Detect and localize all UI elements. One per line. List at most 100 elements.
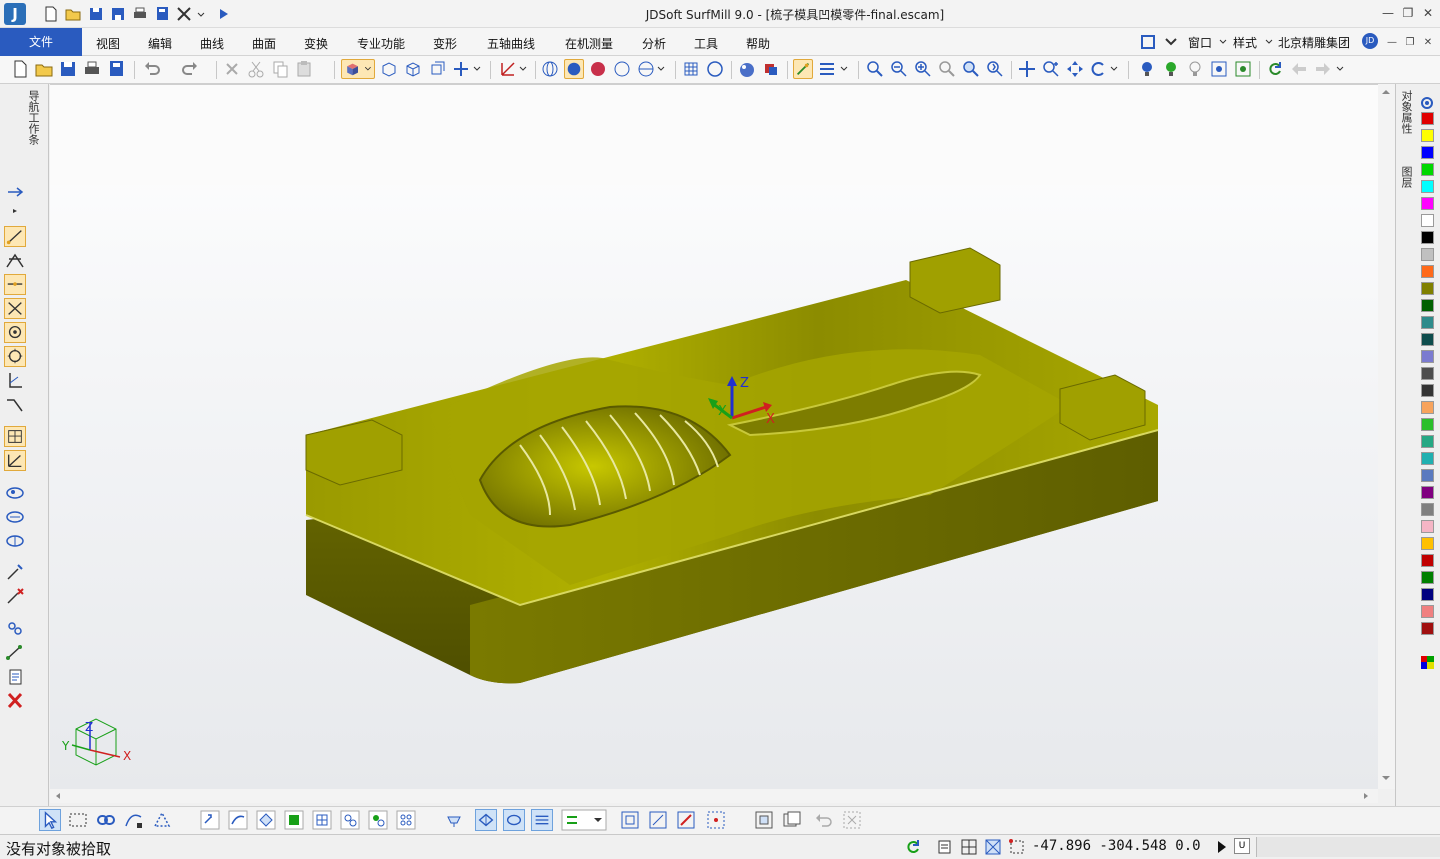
circle-center-icon[interactable] xyxy=(4,322,26,343)
undo-icon[interactable] xyxy=(142,59,162,79)
refresh-status-icon[interactable] xyxy=(904,838,922,856)
shaded-cube-icon[interactable] xyxy=(341,59,375,79)
menu-tools[interactable]: 工具 xyxy=(694,35,718,52)
surface-trim-icon[interactable] xyxy=(4,530,26,551)
zoom-extents-icon[interactable] xyxy=(985,59,1005,79)
color-swatch[interactable] xyxy=(1421,180,1434,193)
print-icon[interactable] xyxy=(82,59,102,79)
play-macro-icon[interactable] xyxy=(1216,839,1228,855)
color-swatch[interactable] xyxy=(1421,163,1434,176)
cut-icon[interactable] xyxy=(246,59,266,79)
color-swatch[interactable] xyxy=(1421,571,1434,584)
palette-settings-icon[interactable] xyxy=(1420,96,1434,110)
navigation-workbar-tab[interactable]: 导航工作条 xyxy=(27,90,41,145)
view-frame-3-icon[interactable] xyxy=(675,809,697,831)
select-pointer-icon[interactable] xyxy=(39,809,61,831)
light-blue-icon[interactable] xyxy=(1137,59,1157,79)
custom-color-icon[interactable] xyxy=(1421,656,1434,669)
light-green-icon[interactable] xyxy=(1161,59,1181,79)
color-swatch[interactable] xyxy=(1421,197,1434,210)
menu-view[interactable]: 视图 xyxy=(96,35,120,52)
red-sphere-icon[interactable] xyxy=(588,59,608,79)
view-center-icon[interactable] xyxy=(1233,59,1253,79)
color-swatch[interactable] xyxy=(1421,248,1434,261)
clipboard-icon[interactable] xyxy=(4,666,26,687)
coordinate-system-icon[interactable] xyxy=(498,59,530,79)
color-swatch[interactable] xyxy=(1421,129,1434,142)
polyline-tool-icon[interactable] xyxy=(4,250,26,271)
layer-stack-icon[interactable] xyxy=(817,59,851,79)
pick-curve-icon[interactable] xyxy=(4,562,26,583)
new-file-icon[interactable] xyxy=(42,5,60,23)
select-region-icon[interactable] xyxy=(151,809,173,831)
filter-points-icon[interactable] xyxy=(199,809,221,831)
window-dropdown-icon[interactable] xyxy=(1219,38,1227,46)
select-box-icon[interactable] xyxy=(67,809,89,831)
select-chain-icon[interactable] xyxy=(95,809,117,831)
restore-view-icon[interactable] xyxy=(781,809,803,831)
grid-snap-icon[interactable] xyxy=(4,426,26,447)
zoom-realtime-icon[interactable] xyxy=(1041,59,1061,79)
color-swatch[interactable] xyxy=(1421,435,1434,448)
open-icon[interactable] xyxy=(34,59,54,79)
menu-deform[interactable]: 变形 xyxy=(433,35,457,52)
forward-arrow-icon[interactable] xyxy=(1313,59,1347,79)
save-all-icon[interactable] xyxy=(153,5,171,23)
layers-tab[interactable]: 图层 xyxy=(1400,166,1414,188)
render-sphere-icon[interactable] xyxy=(737,59,757,79)
color-swatch[interactable] xyxy=(1421,520,1434,533)
display-mode-1-icon[interactable] xyxy=(475,809,497,831)
vertical-scrollbar[interactable] xyxy=(1378,84,1395,789)
menu-transform[interactable]: 变换 xyxy=(304,35,328,52)
clear-view-icon[interactable] xyxy=(841,809,863,831)
menu-special-functions[interactable]: 专业功能 xyxy=(357,35,405,52)
color-swatch[interactable] xyxy=(1421,469,1434,482)
color-swatch[interactable] xyxy=(1421,554,1434,567)
globe-view-icon[interactable] xyxy=(540,59,560,79)
save-as-icon[interactable] xyxy=(109,5,127,23)
filter-meshes-icon[interactable] xyxy=(311,809,333,831)
move-view-icon[interactable] xyxy=(1065,59,1085,79)
color-swatch[interactable] xyxy=(1421,146,1434,159)
zoom-in-icon[interactable] xyxy=(913,59,933,79)
color-swatch[interactable] xyxy=(1421,282,1434,295)
coordinate-snap-icon[interactable] xyxy=(4,450,26,471)
filter-groups-icon[interactable] xyxy=(339,809,361,831)
scroll-down-icon[interactable] xyxy=(1381,774,1391,782)
tangent-icon[interactable] xyxy=(4,370,26,391)
view-orient-icon[interactable] xyxy=(451,59,483,79)
customize-dropdown-icon[interactable] xyxy=(196,5,206,23)
filter-surfaces-icon[interactable] xyxy=(255,809,277,831)
color-swatch[interactable] xyxy=(1421,503,1434,516)
color-swatch[interactable] xyxy=(1421,588,1434,601)
menu-help[interactable]: 帮助 xyxy=(746,35,770,52)
view-frame-1-icon[interactable] xyxy=(619,809,641,831)
surface-edit-icon[interactable] xyxy=(4,506,26,527)
horizontal-scrollbar[interactable] xyxy=(50,789,1378,803)
color-swatch[interactable] xyxy=(1421,367,1434,380)
menu-surface[interactable]: 曲面 xyxy=(252,35,276,52)
color-swatch[interactable] xyxy=(1421,605,1434,618)
delete-icon[interactable] xyxy=(222,59,242,79)
save-icon[interactable] xyxy=(58,59,78,79)
filter-solids-icon[interactable] xyxy=(283,809,305,831)
scroll-left-icon[interactable] xyxy=(54,792,62,800)
zoom-window-icon[interactable] xyxy=(865,59,885,79)
intersect-icon[interactable] xyxy=(4,298,26,319)
menu-five-axis-curve[interactable]: 五轴曲线 xyxy=(487,35,535,52)
measure-icon[interactable] xyxy=(4,642,26,663)
color-swatch[interactable] xyxy=(1421,333,1434,346)
remove-curve-icon[interactable] xyxy=(4,586,26,607)
surface-tool-icon[interactable] xyxy=(4,482,26,503)
filter-all-icon[interactable] xyxy=(395,809,417,831)
hollow-sphere-icon[interactable] xyxy=(705,59,725,79)
copy-view-icon[interactable] xyxy=(753,809,775,831)
mesh-icon[interactable] xyxy=(681,59,701,79)
color-swatch[interactable] xyxy=(1421,350,1434,363)
cancel-icon[interactable] xyxy=(4,690,26,711)
ortho-status-icon[interactable] xyxy=(984,838,1002,856)
color-swatch[interactable] xyxy=(1421,452,1434,465)
menu-analysis[interactable]: 分析 xyxy=(642,35,666,52)
menu-file[interactable]: 文件 xyxy=(0,28,82,56)
menu-onmachine-measure[interactable]: 在机测量 xyxy=(565,35,613,52)
